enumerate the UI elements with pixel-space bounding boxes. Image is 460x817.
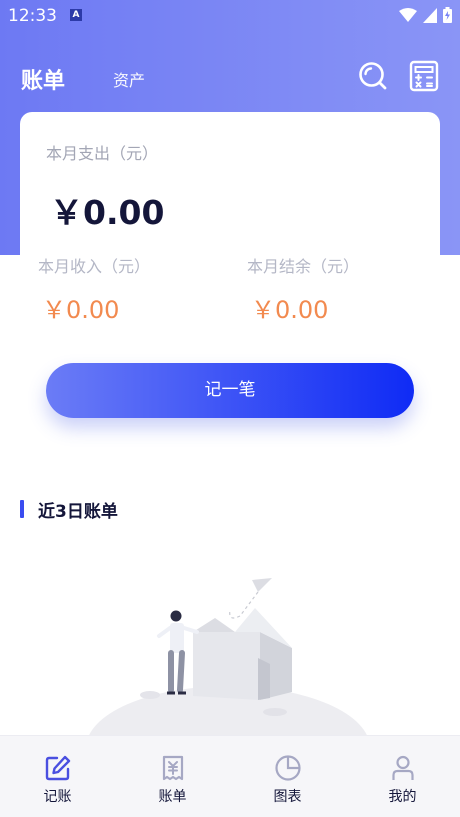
receipt-icon bbox=[162, 755, 183, 781]
tab-bills[interactable]: 账单 bbox=[21, 63, 65, 95]
nav-item-charts[interactable]: 图表 bbox=[230, 736, 345, 817]
notification-badge-icon: A bbox=[70, 9, 82, 21]
top-bar: 账单 资产 bbox=[0, 55, 460, 99]
status-bar: 12:33 A bbox=[0, 0, 460, 32]
status-time: 12:33 bbox=[8, 6, 57, 26]
expense-label: 本月支出（元） bbox=[46, 144, 159, 163]
balance-stat: 本月结余（元） ￥0.00 bbox=[247, 253, 359, 325]
edit-icon bbox=[45, 755, 70, 781]
income-stat: 本月收入（元） ￥0.00 bbox=[38, 253, 150, 325]
expense-amount: ￥0.00 bbox=[50, 193, 165, 232]
nav-label-profile: 我的 bbox=[388, 789, 417, 805]
nav-label-record: 记账 bbox=[43, 789, 72, 805]
calculator-icon[interactable] bbox=[409, 60, 439, 92]
section-accent-bar bbox=[20, 500, 24, 518]
income-amount: ￥0.00 bbox=[42, 296, 120, 324]
monthly-stats: 本月收入（元） ￥0.00 本月结余（元） ￥0.00 bbox=[0, 253, 460, 325]
wifi-icon bbox=[399, 7, 417, 22]
income-label: 本月收入（元） bbox=[38, 257, 151, 276]
status-icons bbox=[399, 7, 452, 23]
user-icon bbox=[391, 755, 414, 780]
pie-chart-icon bbox=[274, 755, 301, 781]
nav-item-record[interactable]: 记账 bbox=[0, 736, 115, 817]
recent-bills-title: 近3日账单 bbox=[38, 501, 118, 522]
search-icon[interactable] bbox=[358, 61, 388, 91]
balance-label: 本月结余（元） bbox=[247, 257, 360, 276]
empty-state-illustration bbox=[86, 578, 370, 745]
nav-label-bills: 账单 bbox=[158, 789, 187, 805]
record-button[interactable]: 记一笔 bbox=[46, 363, 414, 418]
signal-icon bbox=[423, 7, 437, 23]
tab-assets[interactable]: 资产 bbox=[113, 67, 145, 91]
recent-bills-heading: 近3日账单 bbox=[20, 498, 118, 522]
battery-icon bbox=[443, 7, 452, 23]
nav-item-profile[interactable]: 我的 bbox=[345, 736, 460, 817]
bottom-navigation: 记账 账单 图表 我的 bbox=[0, 735, 460, 817]
nav-label-charts: 图表 bbox=[273, 789, 302, 805]
balance-amount: ￥0.00 bbox=[251, 296, 329, 324]
nav-item-bills[interactable]: 账单 bbox=[115, 736, 230, 817]
